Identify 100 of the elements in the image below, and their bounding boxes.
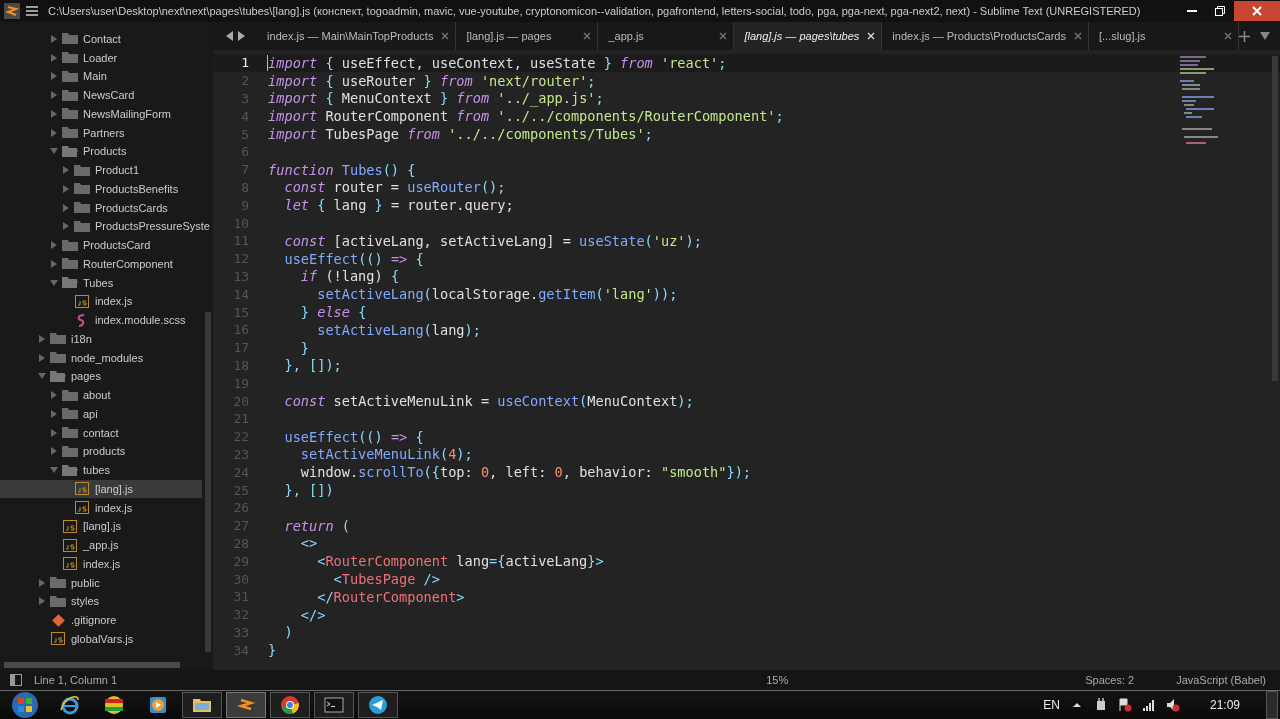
code-line: import { MenuContext } from '../_app.js'; [268, 90, 604, 107]
js-file-icon [74, 501, 90, 515]
code-line: }, []) [283, 482, 334, 498]
folder-name[interactable]: tubes [83, 464, 110, 477]
folder-name[interactable]: ProductsCard [83, 239, 151, 252]
open-folder-icon [62, 463, 78, 477]
folder-name[interactable]: styles [71, 595, 100, 608]
indentation-setting[interactable]: Spaces: 2 [1085, 674, 1135, 686]
file-name[interactable]: globalVars.js [71, 632, 134, 645]
folder-name[interactable]: Product1 [95, 164, 140, 177]
collapsed-arrow-icon[interactable] [50, 447, 58, 456]
code-line: const [activeLang, setActiveLang] = useState('uz'); [283, 232, 702, 249]
file-tab[interactable]: [lang].js — pages\tubes [734, 22, 883, 50]
js-file-icon [74, 294, 90, 308]
code-line: } else { [299, 304, 367, 321]
restore-icon [1215, 6, 1225, 16]
file-tab[interactable]: index.js — Main\MainTopProducts [257, 22, 457, 50]
folder-icon [50, 332, 66, 346]
file-name[interactable]: index.js [95, 501, 133, 514]
syntax-mode[interactable]: JavaScript (Babel) [1176, 674, 1266, 686]
folder-icon [62, 238, 78, 252]
striped-circle-icon [103, 694, 125, 716]
taskbar-app-button[interactable] [182, 692, 222, 718]
folder-icon [62, 32, 78, 46]
collapsed-arrow-icon[interactable] [38, 597, 46, 606]
file-name[interactable]: [lang].js [83, 520, 121, 533]
file-name[interactable]: .gitignore [71, 614, 117, 627]
expanded-arrow-icon[interactable] [50, 147, 58, 156]
collapsed-arrow-icon[interactable] [62, 203, 70, 212]
collapsed-arrow-icon[interactable] [38, 353, 46, 362]
folder-name[interactable]: public [71, 576, 100, 589]
js-file-icon [62, 519, 78, 533]
folder-name[interactable]: Loader [83, 51, 118, 64]
folder-name[interactable]: ProductsCards [95, 201, 168, 214]
folder-name[interactable]: Contact [83, 32, 121, 45]
folder-name[interactable]: RouterComponent [83, 257, 173, 270]
menu-icon[interactable] [26, 6, 38, 16]
folder-name[interactable]: node_modules [71, 351, 144, 364]
file-tab[interactable]: [lang].js — pages [456, 22, 599, 50]
flag-icon[interactable] [1117, 698, 1132, 712]
folder-name[interactable]: api [83, 407, 98, 420]
file-tab[interactable]: [...slug].js [1089, 22, 1239, 50]
expanded-arrow-icon[interactable] [38, 372, 46, 381]
collapsed-arrow-icon[interactable] [50, 53, 58, 62]
previous-icon[interactable] [225, 31, 234, 41]
collapsed-arrow-icon[interactable] [50, 34, 58, 43]
folder-name[interactable]: ProductsBenefits [95, 182, 179, 195]
folder-name[interactable]: ProductsPressureSyste [95, 220, 210, 233]
collapsed-arrow-icon[interactable] [38, 334, 46, 343]
code-line: import TubesPage from '../../components/Tubes'; [268, 126, 653, 143]
close-button[interactable] [1234, 1, 1280, 21]
collapsed-arrow-icon[interactable] [38, 578, 46, 587]
folder-name[interactable]: products [83, 445, 126, 458]
file-name[interactable]: index.module.scss [95, 314, 186, 327]
plus-icon[interactable] [1239, 30, 1250, 42]
folder-icon [74, 219, 90, 233]
open-folder-icon [62, 144, 78, 158]
folder-name[interactable]: contact [83, 426, 119, 439]
file-name[interactable]: _app.js [83, 539, 119, 552]
expanded-arrow-icon[interactable] [50, 466, 58, 475]
zoom-level: 15% [766, 674, 789, 686]
collapsed-arrow-icon[interactable] [50, 72, 58, 81]
folder-name[interactable]: Products [83, 145, 127, 158]
folder-name[interactable]: NewsMailingForm [83, 107, 172, 120]
folder-name[interactable]: pages [71, 370, 101, 383]
taskbar-app-button[interactable] [270, 692, 310, 718]
code-line: const setActiveMenuLink = useContext(MenuContext); [283, 393, 694, 410]
file-name[interactable]: index.js [83, 557, 121, 570]
folder-name[interactable]: NewsCard [83, 89, 135, 102]
folder-name[interactable]: about [83, 389, 111, 402]
scrollbar[interactable] [205, 312, 212, 652]
collapsed-arrow-icon[interactable] [62, 222, 70, 231]
signal-icon[interactable] [1141, 698, 1156, 712]
folder-name[interactable]: i18n [71, 332, 92, 345]
file-name[interactable]: index.js [95, 295, 133, 308]
next-icon[interactable] [236, 31, 245, 41]
code-line: <> [299, 535, 318, 552]
code-line: return ( [283, 517, 350, 534]
collapsed-arrow-icon[interactable] [50, 428, 58, 437]
code-line: ) [283, 624, 293, 641]
code-line: let { lang } = router.query; [283, 197, 514, 214]
panel-toggle-icon[interactable] [10, 674, 22, 686]
file-tab[interactable]: index.js — Products\ProductsCards [882, 22, 1089, 50]
file-name[interactable]: [lang].js [95, 482, 133, 495]
expanded-arrow-icon[interactable] [50, 278, 58, 287]
dropdown-icon[interactable] [1260, 32, 1270, 40]
code-line: <RouterComponent lang={activeLang}> [316, 553, 604, 570]
taskbar-app-button[interactable] [358, 692, 398, 718]
code-line: if (!lang) { [299, 268, 400, 285]
muted-speaker-icon[interactable] [1165, 698, 1180, 712]
collapsed-arrow-icon[interactable] [50, 128, 58, 137]
folder-icon [74, 182, 90, 196]
scrollbar[interactable] [1272, 56, 1278, 381]
folder-name[interactable]: Tubes [83, 276, 114, 289]
folder-name[interactable]: Partners [83, 126, 125, 139]
clock[interactable]: 21:09 [1209, 698, 1240, 712]
scrollbar[interactable] [4, 662, 180, 668]
input-language[interactable]: EN [1043, 698, 1060, 712]
show-desktop-button[interactable] [1266, 691, 1278, 719]
folder-name[interactable]: Main [83, 70, 107, 83]
